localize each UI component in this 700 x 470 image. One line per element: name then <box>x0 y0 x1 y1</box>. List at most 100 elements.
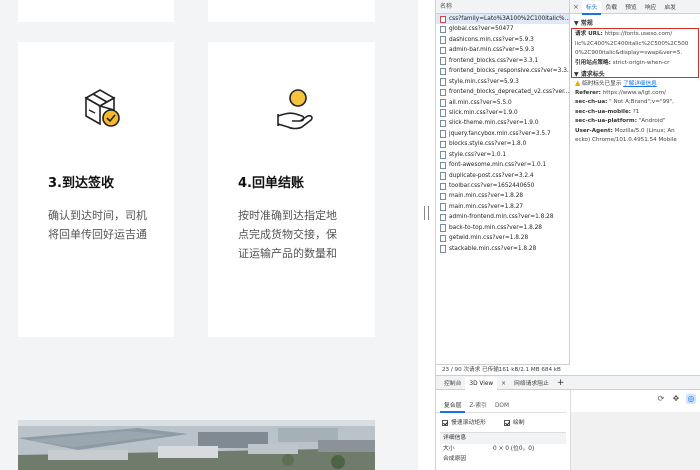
header-key: Referer: <box>575 89 601 96</box>
request-row[interactable]: frontend_blocks_responsive.css?ver=3.3.1 <box>436 66 569 76</box>
request-header-row: sec-ch-ua: " Not A;Brand";v="99", <box>570 98 700 108</box>
request-row[interactable]: toolbar.css?ver=1652440650 <box>436 181 569 191</box>
request-row[interactable]: slick-theme.min.css?ver=1.9.0 <box>436 118 569 128</box>
size-value: 0 × 0 (位0，0) <box>493 446 535 452</box>
request-row[interactable]: slick.min.css?ver=1.9.0 <box>436 108 569 118</box>
request-row[interactable]: blocks.style.css?ver=1.8.0 <box>436 139 569 149</box>
slow-scroll-checkbox[interactable]: 慢速滚动矩形 <box>442 418 486 428</box>
pan-icon[interactable]: ✥ <box>671 394 681 404</box>
tab-payload[interactable]: 负载 <box>601 1 621 15</box>
web-page: 3.到达签收 确认到达时间，司机 将回单传回好运吉通 4.回单结账 按时准确到达… <box>0 0 418 470</box>
step-description: 确认到达时间，司机 将回单传回好运吉通 <box>48 206 163 244</box>
tab-3d-view[interactable]: 3D View <box>465 377 498 391</box>
card-top-right <box>208 0 375 22</box>
request-name: style.min.css?ver=5.9.3 <box>449 78 519 85</box>
file-icon <box>440 140 446 149</box>
tab-request-blocking[interactable]: 网络请求阻止 <box>510 377 553 391</box>
tab-initiator[interactable]: 启发 <box>660 1 680 15</box>
request-name: all.min.css?ver=5.5.0 <box>449 99 512 106</box>
desc-line: 按时准确到达指定地 <box>238 209 337 222</box>
pane-splitter[interactable] <box>418 0 436 470</box>
request-row[interactable]: getwid.min.css?ver=1.8.28 <box>436 233 569 243</box>
subtab-dom[interactable]: DOM <box>491 400 513 413</box>
column-header-name[interactable]: 名称 <box>436 0 569 14</box>
file-icon <box>440 57 446 65</box>
file-icon <box>440 109 446 117</box>
request-row[interactable]: css?family=Lato%3A100%2C100italic%... <box>436 14 569 25</box>
file-icon <box>440 88 446 97</box>
3d-view-toolbar: ⟳ ✥ ◎ <box>651 394 696 404</box>
file-icon <box>440 119 446 128</box>
request-header-rows: Referer: https://www.a/lgt.com/sec-ch-ua… <box>570 89 700 146</box>
request-row[interactable]: admin-bar.min.css?ver=5.9.3 <box>436 45 569 55</box>
file-icon <box>440 99 446 107</box>
request-row[interactable]: main.min.css?ver=1.8.28 <box>436 191 569 201</box>
layer-details-panel: 详细信息 大小 0 × 0 (位0，0) 合成原因 <box>440 432 566 470</box>
details-title: 详细信息 <box>440 433 566 444</box>
desc-line: 点完成货物交接，保 <box>238 228 337 241</box>
step-description: 按时准确到达指定地 点完成货物交接，保 证运输产品的数量和 <box>238 206 363 263</box>
drawer-close-icon[interactable]: × <box>497 377 510 391</box>
checkbox-label: 慢速滚动矩形 <box>451 420 486 426</box>
splitter-grip-icon[interactable] <box>424 206 429 220</box>
request-header-row: sec-ch-ua-platform: "Android" <box>570 117 700 127</box>
request-row[interactable]: back-to-top.min.css?ver=1.8.28 <box>436 223 569 233</box>
tab-console[interactable]: 控制台 <box>440 377 465 391</box>
request-row[interactable]: style.min.css?ver=5.9.3 <box>436 77 569 87</box>
learn-more-link[interactable]: 了解详细信息 <box>623 81 657 87</box>
general-section: 请求 URL: https://fonts.useso.com/ lic%2C4… <box>570 28 700 68</box>
provisional-headers-warning: ▲ 临时标头已显示 了解详细信息 <box>570 79 700 89</box>
request-row[interactable]: frontend_blocks.css?ver=3.3.1 <box>436 56 569 66</box>
request-rows: css?family=Lato%3A100%2C100italic%... glo… <box>436 14 569 254</box>
request-url-line: 0%2C900italic&display=swap&ver=5. <box>570 49 700 59</box>
request-row[interactable]: all.min.css?ver=5.5.0 <box>436 98 569 108</box>
step-card-checkout: 4.回单结账 按时准确到达指定地 点完成货物交接，保 证运输产品的数量和 <box>208 42 375 337</box>
reset-view-icon[interactable]: ◎ <box>686 394 696 404</box>
request-header-row: Referer: https://www.a/lgt.com/ <box>570 89 700 99</box>
request-name: global.css?ver=50477 <box>449 26 514 33</box>
tab-headers[interactable]: 标头 <box>581 1 602 15</box>
request-url-row: 请求 URL: https://fonts.useso.com/ <box>570 30 700 40</box>
subtab-z-index[interactable]: Z-索引 <box>465 400 491 413</box>
request-row[interactable]: stackable.min.css?ver=1.8.28 <box>436 244 569 254</box>
request-name: main.min.css?ver=1.8.28 <box>449 193 524 200</box>
file-icon <box>440 161 446 170</box>
subtab-layers[interactable]: 复合层 <box>440 400 466 413</box>
rotate-icon[interactable]: ⟳ <box>656 394 666 404</box>
file-icon <box>440 25 446 34</box>
checkbox-checked-icon[interactable] <box>442 419 448 426</box>
3d-view-canvas[interactable]: ⟳ ✥ ◎ <box>570 390 700 470</box>
tab-response[interactable]: 响应 <box>641 1 661 15</box>
general-section-toggle[interactable]: ▼ 常规 <box>570 19 700 28</box>
request-row[interactable]: style.css?ver=1.0.1 <box>436 150 569 160</box>
header-value: ecko) Chrome/101.0.4951.54 Mobile <box>575 137 677 143</box>
request-row[interactable]: font-awesome.min.css?ver=1.0.1 <box>436 160 569 170</box>
request-row[interactable]: frontend_blocks_deprecated_v2.css?ver... <box>436 87 569 97</box>
3d-view-area[interactable] <box>571 412 700 470</box>
card-top-left <box>18 0 174 22</box>
request-name: stackable.min.css?ver=1.8.28 <box>449 245 537 252</box>
request-row[interactable]: global.css?ver=50477 <box>436 24 569 34</box>
request-row[interactable]: admin-frontend.min.css?ver=1.8.28 <box>436 212 569 222</box>
request-name: main.min.css?ver=1.8.27 <box>449 203 524 210</box>
request-name: font-awesome.min.css?ver=1.0.1 <box>449 162 547 169</box>
request-name: slick-theme.min.css?ver=1.9.0 <box>449 120 539 127</box>
request-row[interactable]: duplicate-post.css?ver=3.2.4 <box>436 171 569 181</box>
request-row[interactable]: dashicons.min.css?ver=5.9.3 <box>436 35 569 45</box>
warning-icon: ▲ <box>575 79 581 87</box>
hand-coin-icon <box>208 80 375 140</box>
close-detail-icon[interactable]: × <box>570 0 582 14</box>
file-icon <box>440 151 446 159</box>
add-tab-icon[interactable]: + <box>553 376 569 390</box>
request-name: jquery.fancybox.min.css?ver=3.5.7 <box>449 130 551 137</box>
request-row[interactable]: jquery.fancybox.min.css?ver=3.5.7 <box>436 129 569 139</box>
paint-checkbox[interactable]: 绘制 <box>504 418 525 428</box>
request-name: css?family=Lato%3A100%2C100italic%... <box>449 16 569 22</box>
request-row[interactable]: main.min.css?ver=1.8.27 <box>436 202 569 212</box>
file-icon <box>440 245 446 253</box>
file-icon <box>440 130 446 138</box>
file-icon <box>440 67 446 76</box>
checkbox-checked-icon[interactable] <box>504 419 510 426</box>
tab-preview[interactable]: 预览 <box>621 1 641 15</box>
file-icon <box>440 36 446 44</box>
